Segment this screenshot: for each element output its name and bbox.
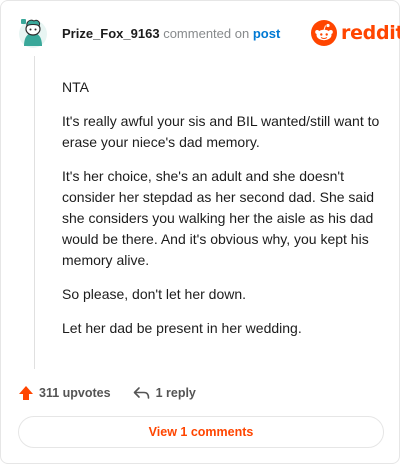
upvote-count: 311 upvotes xyxy=(39,386,111,400)
reply-arrow-icon xyxy=(133,387,149,399)
user-avatar-icon[interactable] xyxy=(18,18,48,50)
thread-line[interactable] xyxy=(34,56,35,369)
reddit-wordmark: reddit xyxy=(341,22,400,44)
comment-header: Prize_Fox_9163 commented on post xyxy=(62,26,280,42)
view-comments-label: View 1 comments xyxy=(148,425,254,439)
comment-paragraph: NTA xyxy=(62,79,89,95)
upvote-button[interactable]: 311 upvotes xyxy=(18,385,111,401)
reddit-logo: reddit xyxy=(311,20,400,46)
comment-actions: 311 upvotes 1 reply xyxy=(18,383,196,403)
upvote-arrow-icon xyxy=(19,386,33,400)
reddit-logo-icon xyxy=(311,20,337,46)
commented-on-text: commented on xyxy=(163,26,250,41)
post-link[interactable]: post xyxy=(253,26,280,41)
comment-paragraph: It's her choice, she's an adult and she … xyxy=(62,168,375,268)
reply-count: 1 reply xyxy=(155,386,196,400)
comment-paragraph: It's really awful your sis and BIL wante… xyxy=(62,113,380,150)
reply-button[interactable]: 1 reply xyxy=(133,386,196,400)
comment-paragraph: So please, don't let her down. xyxy=(62,286,247,302)
comment-paragraph: Let her dad be present in her wedding. xyxy=(62,320,302,336)
username[interactable]: Prize_Fox_9163 xyxy=(62,26,160,41)
view-comments-button[interactable]: View 1 comments xyxy=(18,416,384,448)
comment-card: Prize_Fox_9163 commented on post reddit … xyxy=(0,0,400,464)
comment-body: NTA It's really awful your sis and BIL w… xyxy=(62,77,382,352)
